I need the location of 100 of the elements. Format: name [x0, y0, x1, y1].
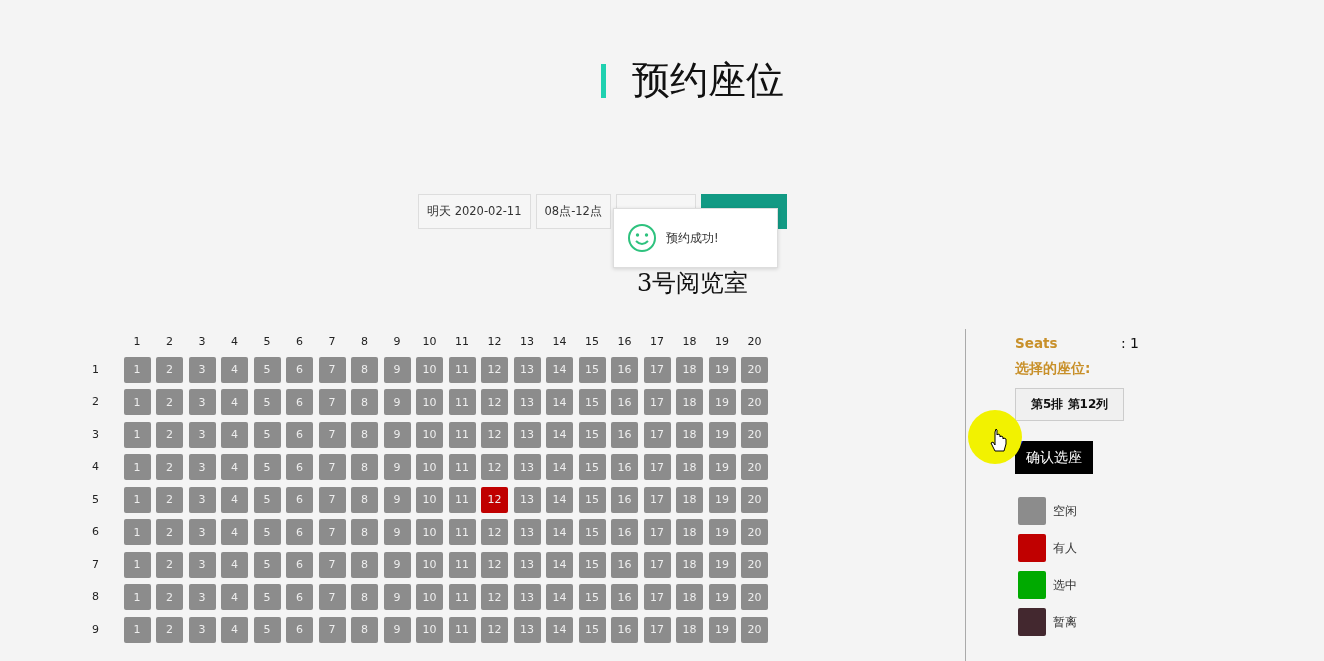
seat[interactable]: 13 — [513, 421, 541, 448]
seat[interactable]: 5 — [253, 616, 281, 643]
seat[interactable]: 16 — [611, 356, 638, 383]
seat[interactable]: 12 — [481, 519, 508, 545]
seat[interactable]: 20 — [741, 389, 768, 415]
seat[interactable]: 5 — [253, 551, 281, 578]
seat[interactable]: 7 — [318, 551, 346, 578]
seat[interactable]: 8 — [351, 421, 378, 448]
seat[interactable]: 6 — [286, 616, 313, 643]
seat[interactable]: 2 — [156, 519, 183, 545]
seat[interactable]: 20 — [741, 519, 768, 545]
seat[interactable]: 7 — [318, 389, 346, 415]
seat[interactable]: 1 — [123, 584, 151, 610]
seat[interactable]: 9 — [383, 551, 411, 578]
seat[interactable]: 14 — [546, 454, 573, 480]
seat[interactable]: 16 — [611, 584, 638, 610]
seat[interactable]: 1 — [123, 486, 151, 513]
seat[interactable]: 4 — [221, 519, 248, 545]
seat[interactable]: 9 — [383, 519, 411, 545]
seat[interactable]: 9 — [383, 389, 411, 415]
seat[interactable]: 17 — [643, 519, 671, 545]
seat[interactable]: 12 — [481, 551, 508, 578]
seat[interactable]: 20 — [741, 421, 768, 448]
seat[interactable]: 14 — [546, 584, 573, 610]
seat[interactable]: 4 — [221, 616, 248, 643]
seat[interactable]: 5 — [253, 454, 281, 480]
seat[interactable]: 12 — [481, 584, 508, 610]
seat[interactable]: 18 — [676, 519, 703, 545]
seat[interactable]: 12 — [481, 356, 508, 383]
seat[interactable]: 8 — [351, 584, 378, 610]
seat[interactable]: 18 — [676, 454, 703, 480]
seat[interactable]: 14 — [546, 356, 573, 383]
seat[interactable]: 16 — [611, 486, 638, 513]
time-select[interactable]: 08点-12点 — [535, 194, 611, 229]
seat[interactable]: 2 — [156, 454, 183, 480]
seat[interactable]: 19 — [708, 454, 736, 480]
seat[interactable]: 10 — [416, 454, 443, 480]
seat[interactable]: 11 — [448, 356, 476, 383]
seat[interactable]: 5 — [253, 421, 281, 448]
seat[interactable]: 4 — [221, 356, 248, 383]
seat[interactable]: 9 — [383, 584, 411, 610]
seat[interactable]: 5 — [253, 486, 281, 513]
seat[interactable]: 3 — [188, 551, 216, 578]
seat[interactable]: 14 — [546, 519, 573, 545]
seat[interactable]: 4 — [221, 389, 248, 415]
seat[interactable]: 1 — [123, 454, 151, 480]
seat[interactable]: 4 — [221, 551, 248, 578]
seat[interactable]: 4 — [221, 584, 248, 610]
seat[interactable]: 2 — [156, 584, 183, 610]
seat[interactable]: 15 — [578, 356, 606, 383]
seat[interactable]: 11 — [448, 486, 476, 513]
seat[interactable]: 16 — [611, 421, 638, 448]
seat[interactable]: 17 — [643, 421, 671, 448]
seat[interactable]: 10 — [416, 389, 443, 415]
seat[interactable]: 19 — [708, 551, 736, 578]
seat[interactable]: 12 — [481, 616, 508, 643]
seat[interactable]: 13 — [513, 616, 541, 643]
seat[interactable]: 11 — [448, 551, 476, 578]
seat[interactable]: 10 — [416, 616, 443, 643]
seat[interactable]: 10 — [416, 486, 443, 513]
seat[interactable]: 16 — [611, 454, 638, 480]
seat[interactable]: 2 — [156, 421, 183, 448]
seat[interactable]: 14 — [546, 389, 573, 415]
seat[interactable]: 5 — [253, 519, 281, 545]
seat[interactable]: 10 — [416, 519, 443, 545]
confirm-button[interactable]: 确认选座 — [1015, 441, 1093, 474]
seat[interactable]: 11 — [448, 389, 476, 415]
seat[interactable]: 3 — [188, 356, 216, 383]
seat[interactable]: 15 — [578, 584, 606, 610]
seat[interactable]: 2 — [156, 551, 183, 578]
seat[interactable]: 13 — [513, 486, 541, 513]
seat[interactable]: 16 — [611, 519, 638, 545]
seat[interactable]: 7 — [318, 454, 346, 480]
seat[interactable]: 13 — [513, 389, 541, 415]
seat[interactable]: 15 — [578, 519, 606, 545]
seat[interactable]: 13 — [513, 551, 541, 578]
seat[interactable]: 19 — [708, 616, 736, 643]
seat[interactable]: 15 — [578, 421, 606, 448]
seat[interactable]: 3 — [188, 616, 216, 643]
seat[interactable]: 10 — [416, 356, 443, 383]
seat[interactable]: 17 — [643, 389, 671, 415]
seat[interactable]: 7 — [318, 421, 346, 448]
seat[interactable]: 1 — [123, 421, 151, 448]
seat[interactable]: 17 — [643, 486, 671, 513]
seat[interactable]: 18 — [676, 421, 703, 448]
seat[interactable]: 11 — [448, 616, 476, 643]
seat[interactable]: 8 — [351, 389, 378, 415]
seat[interactable]: 15 — [578, 486, 606, 513]
seat[interactable]: 8 — [351, 454, 378, 480]
seat[interactable]: 20 — [741, 584, 768, 610]
seat[interactable]: 9 — [383, 616, 411, 643]
seat[interactable]: 20 — [741, 616, 768, 643]
seat[interactable]: 7 — [318, 486, 346, 513]
seat[interactable]: 8 — [351, 519, 378, 545]
seat[interactable]: 2 — [156, 486, 183, 513]
seat[interactable]: 9 — [383, 421, 411, 448]
seat[interactable]: 20 — [741, 486, 768, 513]
seat[interactable]: 15 — [578, 616, 606, 643]
seat[interactable]: 1 — [123, 551, 151, 578]
seat[interactable]: 6 — [286, 486, 313, 513]
